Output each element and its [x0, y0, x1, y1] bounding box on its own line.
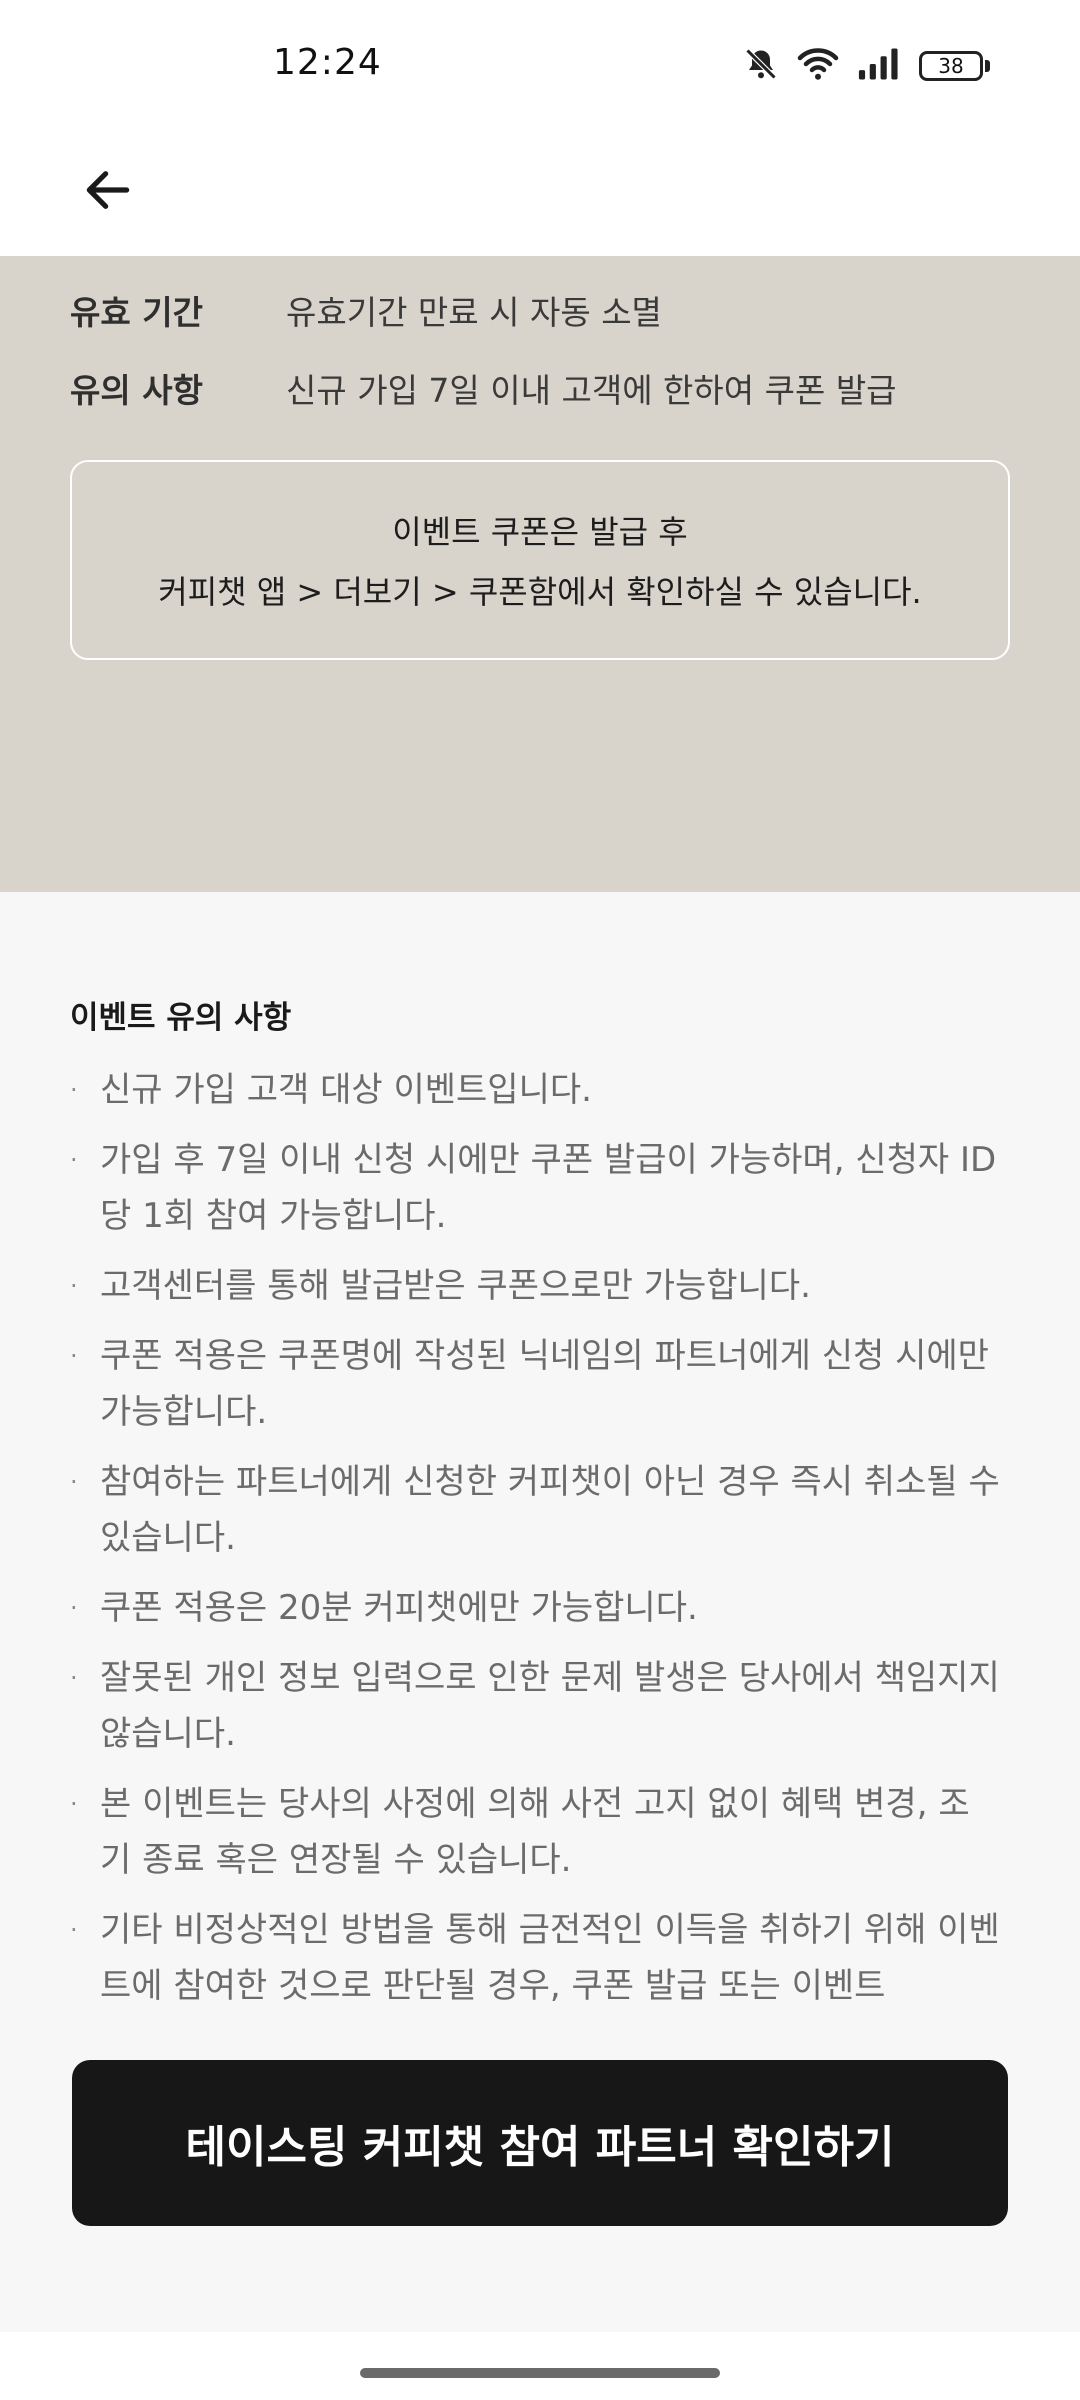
caution-row: 유의 사항 신규 가입 7일 이내 고객에 한하여 쿠폰 발급 [70, 364, 897, 412]
note-text: 쿠폰 적용은 쿠폰명에 작성된 닉네임의 파트너에게 신청 시에만 가능합니다. [100, 1336, 989, 1432]
list-item: · 본 이벤트는 당사의 사정에 의해 사전 고지 없이 혜택 변경, 조기 종료… [70, 1784, 970, 1880]
note-text: 참여하는 파트너에게 신청한 커피챗이 아닌 경우 즉시 취소될 수 있습니다. [100, 1462, 1000, 1558]
list-item: · 신규 가입 고객 대상 이벤트입니다. [70, 1070, 592, 1110]
back-button[interactable] [70, 154, 146, 230]
note-text: 가입 후 7일 이내 신청 시에만 쿠폰 발급이 가능하며, 신청자 ID당 1… [100, 1140, 997, 1236]
notice-line-2: 커피챗 앱 > 더보기 > 쿠폰함에서 확인하실 수 있습니다. [158, 573, 922, 611]
mute-bell-icon [743, 46, 779, 86]
list-item: · 고객센터를 통해 발급받은 쿠폰으로만 가능합니다. [70, 1266, 811, 1306]
home-indicator[interactable] [360, 2368, 720, 2378]
validity-value: 유효기간 만료 시 자동 소멸 [286, 293, 662, 332]
list-item: · 기타 비정상적인 방법을 통해 금전적인 이득을 취하기 위해 이벤트에 참여… [70, 1910, 1000, 2006]
bottom-area [0, 2332, 1080, 2400]
list-item: · 참여하는 파트너에게 신청한 커피챗이 아닌 경우 즉시 취소될 수 있습니다… [70, 1462, 1000, 1558]
app-header [0, 130, 1080, 256]
battery-level: 38 [919, 51, 983, 81]
list-item: · 쿠폰 적용은 20분 커피챗에만 가능합니다. [70, 1588, 698, 1628]
signal-icon [857, 47, 901, 85]
validity-row: 유효 기간 유효기간 만료 시 자동 소멸 [70, 286, 662, 334]
status-bar: 12:24 38 [0, 0, 1080, 130]
battery-icon: 38 [919, 51, 990, 81]
arrow-left-icon [80, 162, 136, 222]
caution-label: 유의 사항 [70, 371, 203, 410]
note-text: 고객센터를 통해 발급받은 쿠폰으로만 가능합니다. [100, 1266, 811, 1306]
coupon-info-panel: 유효 기간 유효기간 만료 시 자동 소멸 유의 사항 신규 가입 7일 이내 … [0, 256, 1080, 892]
wifi-icon [797, 46, 839, 86]
validity-label: 유효 기간 [70, 293, 203, 332]
check-partners-button[interactable]: 테이스팅 커피챗 참여 파트너 확인하기 [72, 2060, 1008, 2226]
coupon-notice-box: 이벤트 쿠폰은 발급 후 커피챗 앱 > 더보기 > 쿠폰함에서 확인하실 수 … [70, 460, 1010, 660]
status-icons: 38 [743, 46, 990, 86]
note-text: 기타 비정상적인 방법을 통해 금전적인 이득을 취하기 위해 이벤트에 참여한… [100, 1910, 1000, 2006]
note-text: 쿠폰 적용은 20분 커피챗에만 가능합니다. [100, 1588, 698, 1628]
list-item: · 가입 후 7일 이내 신청 시에만 쿠폰 발급이 가능하며, 신청자 ID당 … [70, 1140, 997, 1236]
caution-value: 신규 가입 7일 이내 고객에 한하여 쿠폰 발급 [286, 371, 897, 410]
notice-line-1: 이벤트 쿠폰은 발급 후 [392, 513, 688, 551]
event-notes-list: · 신규 가입 고객 대상 이벤트입니다. · 가입 후 7일 이내 신청 시에만 … [70, 1062, 1000, 2028]
status-time: 12:24 [273, 42, 382, 83]
note-text: 잘못된 개인 정보 입력으로 인한 문제 발생은 당사에서 책임지지 않습니다. [100, 1658, 1000, 1754]
list-item: · 쿠폰 적용은 쿠폰명에 작성된 닉네임의 파트너에게 신청 시에만 가능합니다… [70, 1336, 989, 1432]
note-text: 본 이벤트는 당사의 사정에 의해 사전 고지 없이 혜택 변경, 조기 종료 … [100, 1784, 970, 1880]
note-text: 신규 가입 고객 대상 이벤트입니다. [100, 1070, 592, 1110]
list-item: · 잘못된 개인 정보 입력으로 인한 문제 발생은 당사에서 책임지지 않습니다… [70, 1658, 1000, 1754]
event-notes-title: 이벤트 유의 사항 [70, 1000, 292, 1036]
